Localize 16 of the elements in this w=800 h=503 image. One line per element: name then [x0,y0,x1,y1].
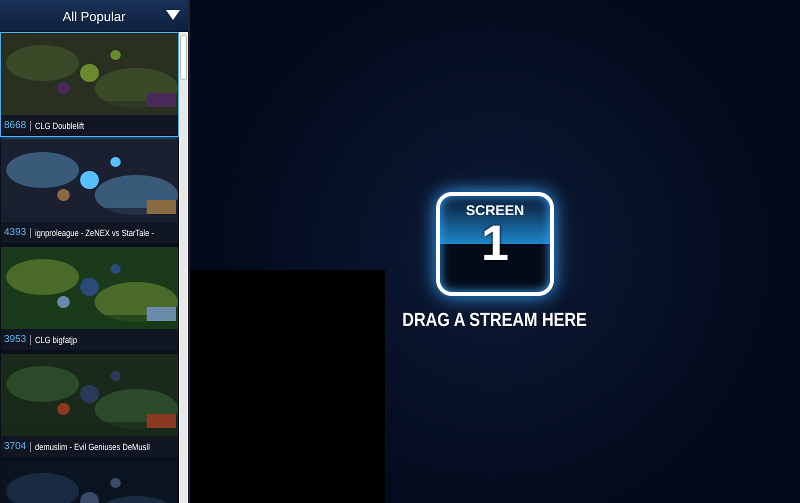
filter-dropdown[interactable]: All Popular [0,0,188,32]
stream-title: ignproleague - ZeNEX vs StarTale - [35,228,154,238]
scrollbar[interactable] [179,32,188,503]
caret-icon [166,10,180,20]
stream-title: demuslim - Evil Geniuses DeMuslI [35,442,150,452]
stream-title: CLG bigfatjp [35,334,78,344]
stream-card[interactable]: 4393 ignproleague - ZeNEX vs StarTale - [0,139,179,244]
viewer-count: 8668 [4,120,26,131]
stream-title: CLG Doublelift [35,120,84,130]
viewer-count: 4393 [4,227,26,238]
drop-hint: DRAG A STREAM HERE [402,310,588,332]
stream-card[interactable]: 3953 CLG bigfatjp [0,246,179,351]
viewer-count: 3953 [4,334,26,345]
viewer-count: 3704 [4,441,26,452]
stream-card[interactable]: 8668 CLG Doublelift [0,32,179,137]
stream-card[interactable]: 3704 demuslim - Evil Geniuses DeMuslI [0,353,179,458]
